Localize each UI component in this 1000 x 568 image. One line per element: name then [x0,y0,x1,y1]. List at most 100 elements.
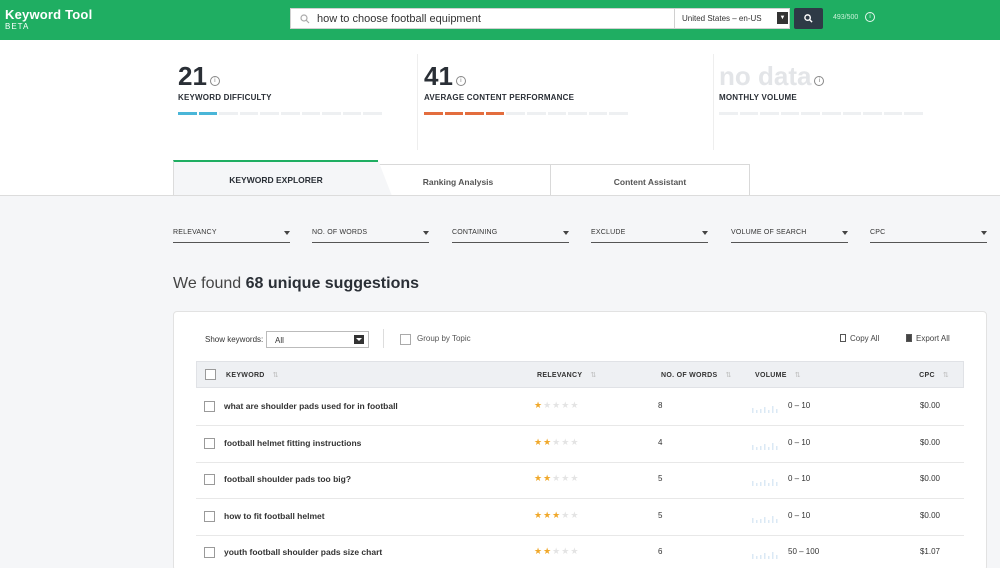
results-count: 68 unique suggestions [245,275,420,292]
copy-all-button[interactable]: Copy All [840,334,879,343]
row-checkbox[interactable] [204,510,215,522]
table-row[interactable]: youth football shoulder pads size chart ★… [196,535,964,568]
progress-segment [526,112,546,115]
brand-logo[interactable]: Keyword Tool BETA [5,7,92,31]
filter-cpc[interactable]: CPC [870,229,987,243]
filter-containing[interactable]: CONTAINING [452,229,569,243]
volume-sparkline-icon [752,479,778,486]
filter-label: CONTAINING [452,229,498,236]
star-icon: ★ [570,436,580,447]
metric-value: no data [719,61,812,91]
star-icon: ★ [570,509,580,520]
divider [0,195,1000,196]
chevron-down-icon [563,231,569,235]
column-volume[interactable]: VOLUME ⇅ [755,371,801,379]
relevancy-stars: ★★★★★ [534,510,579,521]
row-checkbox[interactable] [204,437,215,449]
star-icon: ★ [561,436,571,447]
table-row[interactable]: football helmet fitting instructions ★★★★… [196,426,964,463]
word-count: 8 [658,401,663,410]
chevron-down-icon [702,231,708,235]
progress-segment [239,112,259,115]
info-icon[interactable]: i [814,76,825,86]
sort-icon: ⇅ [942,372,949,379]
divider [417,54,418,150]
chevron-down-icon [284,231,290,235]
filter-label: NO. OF WORDS [312,229,368,236]
tab-keyword-explorer[interactable]: KEYWORD EXPLORER [173,160,392,196]
word-count: 5 [658,510,663,520]
progress-segment [739,112,759,115]
sort-icon: ⇅ [590,372,597,379]
column-label: RELEVANCY [537,372,583,379]
keyword-text[interactable]: football shoulder pads too big? [224,474,351,484]
star-icon: ★ [543,400,553,410]
keyword-text[interactable]: what are shoulder pads used for in footb… [224,401,398,411]
column-words[interactable]: NO. OF WORDS ⇅ [661,371,732,379]
star-icon: ★ [552,400,562,410]
progress-segment [588,112,608,115]
row-checkbox[interactable] [204,401,215,412]
locale-value: United States – en-US [682,14,762,23]
row-checkbox[interactable] [204,547,215,558]
filter-volume-of-search[interactable]: VOLUME OF SEARCH [731,229,848,243]
search-input[interactable] [317,9,672,28]
metric-keyword-difficulty: 21 i KEYWORD DIFFICULTY [178,62,382,115]
column-relevancy[interactable]: RELEVANCY ⇅ [537,371,597,379]
metric-monthly-volume: no data i MONTHLY VOLUME [719,62,923,115]
table-row[interactable]: how to fit football helmet ★★★★★ 5 0 – 10 $0… [196,499,964,536]
progress-segment [219,112,238,115]
row-checkbox[interactable] [204,474,215,485]
results-summary: We found 68 unique suggestions [173,275,419,293]
search-button[interactable] [794,8,823,29]
metric-progress-bar [178,112,382,115]
progress-segment [719,112,738,115]
keyword-text[interactable]: football helmet fitting instructions [224,438,361,448]
cpc-value: $0.00 [919,474,940,483]
table-row[interactable]: what are shoulder pads used for in footb… [196,389,964,426]
filter-exclude[interactable]: EXCLUDE [591,229,708,243]
table-row[interactable]: football shoulder pads too big? ★★★★★ 5 0 –… [196,462,964,499]
export-all-label: Export All [916,334,950,343]
progress-segment [801,112,820,115]
filter-relevancy[interactable]: RELEVANCY [173,229,290,243]
info-icon[interactable]: i [865,12,875,22]
progress-segment [342,112,362,115]
chevron-down-icon [981,231,987,235]
metric-value: 41 [424,61,453,91]
info-icon[interactable]: i [455,76,466,86]
locale-select[interactable]: United States – en-US ▼ [674,9,790,28]
column-label: KEYWORD [226,372,265,379]
star-icon: ★ [543,436,553,447]
select-all-checkbox[interactable] [205,369,216,380]
chevron-down-icon [842,231,848,235]
star-icon: ★ [534,400,544,410]
word-count: 5 [658,474,663,483]
star-icon: ★ [534,509,544,520]
group-by-topic-checkbox[interactable] [400,334,411,345]
star-icon: ★ [552,473,562,483]
column-cpc[interactable]: CPC ⇅ [919,371,949,379]
chevron-down-icon: ▼ [777,12,788,24]
volume-range: 0 – 10 [788,437,811,447]
info-icon[interactable]: i [209,76,220,86]
divider [383,329,384,348]
filter-label: RELEVANCY [173,229,217,236]
star-icon: ★ [552,436,562,447]
progress-segment [424,112,443,115]
filter-number-of-words[interactable]: NO. OF WORDS [312,229,429,243]
tab-content-assistant[interactable]: Content Assistant [550,164,750,196]
results-prefix: We found [173,275,242,292]
metric-value: 21 [178,61,207,91]
relevancy-stars: ★★★★★ [534,546,579,557]
keyword-text[interactable]: youth football shoulder pads size chart [224,547,382,557]
keyword-text[interactable]: how to fit football helmet [224,511,325,521]
progress-segment [904,112,923,115]
show-keywords-select[interactable]: All [266,331,369,348]
star-icon: ★ [561,546,571,556]
star-icon: ★ [570,546,580,556]
column-keyword[interactable]: KEYWORD ⇅ [226,371,279,379]
relevancy-stars: ★★★★★ [534,400,579,411]
progress-segment [568,112,587,115]
export-all-button[interactable]: Export All [906,334,950,343]
